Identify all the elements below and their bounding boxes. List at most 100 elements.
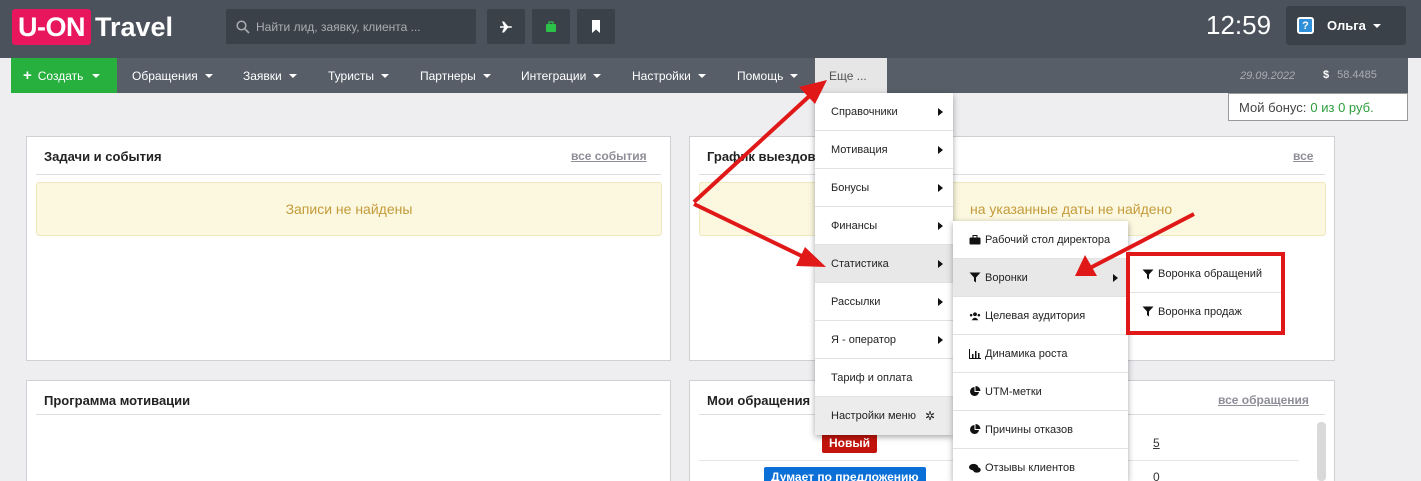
nav-item-requests[interactable]: Обращения <box>132 58 213 93</box>
plane-button[interactable] <box>487 9 525 44</box>
chart-icon <box>969 348 981 359</box>
nav-item-settings[interactable]: Настройки <box>632 58 706 93</box>
status-badge[interactable]: Думает по предложению <box>764 467 926 481</box>
menu-item-mailings[interactable]: Рассылки <box>815 283 953 321</box>
nav-item-orders[interactable]: Заявки <box>243 58 297 93</box>
chevron-down-icon <box>1372 23 1381 28</box>
chevron-right-icon <box>938 184 943 192</box>
submenu-item-sales-funnel[interactable]: Воронка продаж <box>1130 293 1281 330</box>
nav-item-more[interactable]: Еще ... <box>815 58 887 93</box>
filter-icon <box>1142 306 1154 317</box>
bag-button[interactable] <box>532 9 570 44</box>
panel-title: График выездов <box>707 149 816 164</box>
currency-rate: $58.4485 <box>1323 69 1377 81</box>
search-input[interactable] <box>256 19 471 34</box>
panel-title: Задачи и события <box>44 149 162 164</box>
menu-item-tariff[interactable]: Тариф и оплата <box>815 359 953 397</box>
menu-item-finances[interactable]: Финансы <box>815 207 953 245</box>
current-date: 29.09.2022 <box>1240 70 1296 82</box>
nav-item-help[interactable]: Помощь <box>737 58 799 93</box>
all-events-link[interactable]: все события <box>571 149 647 163</box>
panel-title: Мои обращения <box>707 393 811 408</box>
nav-label: Интеграции <box>521 68 587 83</box>
more-dropdown: Справочники Мотивация Бонусы Финансы Ста… <box>815 93 953 435</box>
panel-title: Программа мотивации <box>44 393 191 408</box>
menu-label: Рассылки <box>831 295 881 308</box>
menu-item-directories[interactable]: Справочники <box>815 93 953 131</box>
request-count[interactable]: 0 <box>1153 470 1160 481</box>
search-box[interactable] <box>226 9 476 44</box>
chevron-right-icon <box>938 298 943 306</box>
menu-label: Воронка обращений <box>1158 268 1263 280</box>
menu-label: Финансы <box>831 219 878 232</box>
top-bar: U-ON Travel 12:59 ? Ольга <box>0 0 1421 58</box>
menu-item-motivation[interactable]: Мотивация <box>815 131 953 169</box>
pie-icon <box>970 424 981 434</box>
menu-label: Причины отказов <box>985 423 1073 436</box>
main-nav: + Создать Обращения Заявки Туристы Партн… <box>11 58 1408 93</box>
menu-settings-item[interactable]: Настройки меню ✲ <box>815 397 953 435</box>
bonus-box: Мой бонус: 0 из 0 руб. <box>1228 93 1408 121</box>
menu-label: Динамика роста <box>985 347 1068 360</box>
nav-item-integrations[interactable]: Интеграции <box>521 58 602 93</box>
bookmark-icon <box>592 20 600 33</box>
user-menu-button[interactable]: ? Ольга <box>1286 6 1406 45</box>
nav-label: Настройки <box>632 68 691 83</box>
submenu-item-requests-funnel[interactable]: Воронка обращений <box>1130 256 1281 293</box>
search-icon <box>236 19 250 34</box>
submenu-item-director-desk[interactable]: Рабочий стол директора <box>953 221 1128 259</box>
nav-label: Партнеры <box>420 68 476 83</box>
scrollbar[interactable] <box>1317 422 1326 481</box>
nav-label: Обращения <box>132 68 198 83</box>
menu-item-statistics[interactable]: Статистика <box>815 245 953 283</box>
submenu-item-funnels[interactable]: Воронки <box>953 259 1128 297</box>
statistics-submenu: Рабочий стол директора Воронки Целевая а… <box>953 221 1128 481</box>
chevron-right-icon <box>938 336 943 344</box>
user-name: Ольга <box>1327 18 1366 33</box>
menu-label: UTM-метки <box>985 385 1042 398</box>
gear-icon: ✲ <box>925 409 936 423</box>
chevron-right-icon <box>938 146 943 154</box>
currency-amount: 58.4485 <box>1337 69 1377 81</box>
chevron-down-icon <box>92 73 101 78</box>
menu-item-bonuses[interactable]: Бонусы <box>815 169 953 207</box>
menu-label: Справочники <box>831 105 898 118</box>
nav-item-tourists[interactable]: Туристы <box>328 58 390 93</box>
motivation-panel: Программа мотивации <box>26 380 671 481</box>
submenu-item-refusals[interactable]: Причины отказов <box>953 411 1128 449</box>
chevron-down-icon <box>790 73 799 78</box>
logo[interactable]: U-ON Travel <box>12 9 173 45</box>
tasks-panel: Задачи и события все события Записи не н… <box>26 136 671 361</box>
submenu-item-audience[interactable]: Целевая аудитория <box>953 297 1128 335</box>
pie-icon <box>970 386 981 396</box>
request-count[interactable]: 5 <box>1153 436 1160 450</box>
bookmark-button[interactable] <box>577 9 615 44</box>
nav-item-partners[interactable]: Партнеры <box>420 58 491 93</box>
all-trips-link[interactable]: все <box>1293 149 1313 163</box>
menu-label: Тариф и оплата <box>831 371 913 384</box>
submenu-item-growth[interactable]: Динамика роста <box>953 335 1128 373</box>
funnels-submenu: Воронка обращений Воронка продаж <box>1130 256 1281 331</box>
menu-item-operator[interactable]: Я - оператор <box>815 321 953 359</box>
menu-label: Целевая аудитория <box>985 309 1086 322</box>
clock: 12:59 <box>1206 10 1272 40</box>
create-button[interactable]: + Создать <box>11 58 117 93</box>
chevron-right-icon <box>938 108 943 116</box>
comments-icon <box>969 463 981 473</box>
submenu-item-reviews[interactable]: Отзывы клиентов <box>953 449 1128 481</box>
logo-text: Travel <box>95 11 174 42</box>
filter-icon <box>1142 269 1154 279</box>
status-badge[interactable]: Новый <box>822 433 877 453</box>
plus-icon: + <box>23 67 32 84</box>
submenu-item-utm[interactable]: UTM-метки <box>953 373 1128 411</box>
briefcase-icon <box>546 20 556 32</box>
users-icon <box>969 311 981 320</box>
all-requests-link[interactable]: все обращения <box>1218 393 1309 407</box>
chevron-down-icon <box>288 73 297 78</box>
help-icon[interactable]: ? <box>1297 17 1314 34</box>
chevron-right-icon <box>938 260 943 268</box>
menu-label: Отзывы клиентов <box>985 462 1075 474</box>
chevron-right-icon <box>938 222 943 230</box>
divider <box>36 174 661 175</box>
briefcase-icon <box>969 234 981 244</box>
